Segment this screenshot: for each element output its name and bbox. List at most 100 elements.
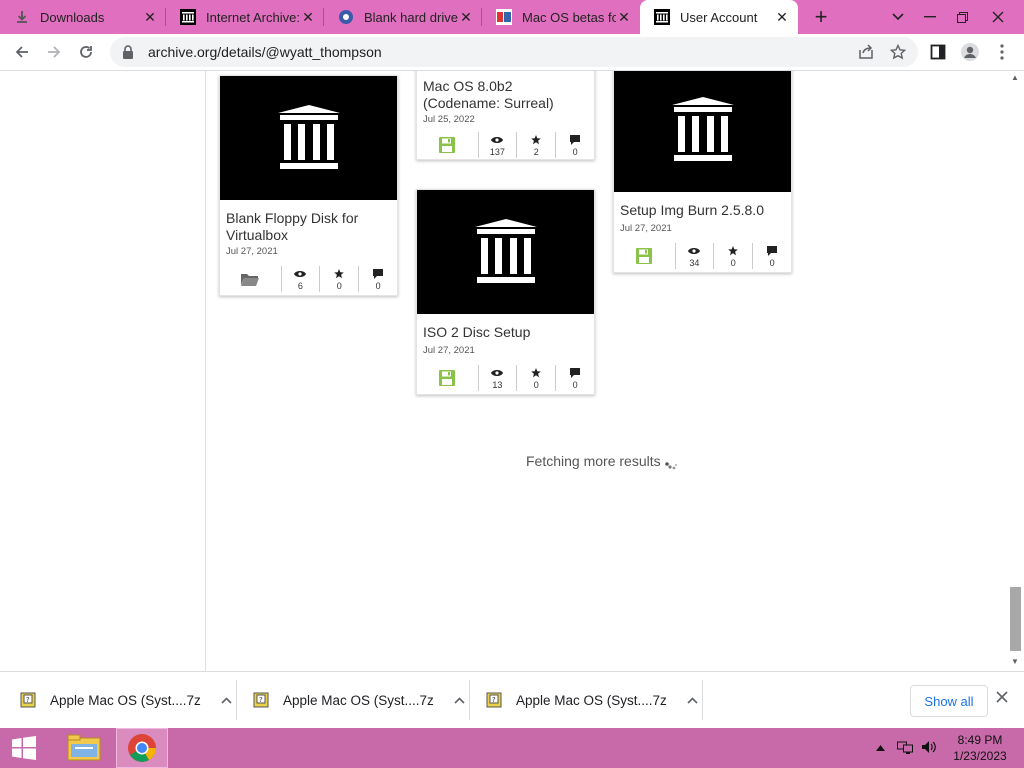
item-stats: 6 0 0 xyxy=(220,263,397,295)
tab-title: Mac OS betas for xyxy=(522,9,616,25)
item-card[interactable]: Mac OS 8.0b2 (Codename: Surreal) Jul 25,… xyxy=(416,71,595,160)
item-title[interactable]: Blank Floppy Disk for Virtualbox xyxy=(220,210,397,244)
network-icon[interactable] xyxy=(897,740,913,757)
scroll-down-arrow-icon[interactable]: ▼ xyxy=(1011,657,1019,666)
reviews-count: 0 xyxy=(375,280,381,291)
star-icon xyxy=(334,268,345,280)
close-tab-icon[interactable]: ✕ xyxy=(300,9,316,25)
site-icon xyxy=(338,9,354,25)
download-item[interactable]: ? Apple Mac OS (Syst....7z xyxy=(253,680,465,720)
download-filename: Apple Mac OS (Syst....7z xyxy=(50,692,201,708)
minimize-button[interactable] xyxy=(914,0,946,34)
download-filename: Apple Mac OS (Syst....7z xyxy=(283,692,434,708)
file-explorer-button[interactable] xyxy=(58,728,110,768)
show-hidden-icons-icon[interactable] xyxy=(876,742,885,754)
comment-icon xyxy=(570,367,581,379)
archive-icon xyxy=(180,9,196,25)
volume-icon[interactable] xyxy=(921,740,937,757)
views-count: 13 xyxy=(492,379,503,390)
taskbar-clock[interactable]: 8:49 PM 1/23/2023 xyxy=(946,732,1014,764)
close-download-shelf-icon[interactable] xyxy=(996,690,1008,708)
item-title[interactable]: ISO 2 Disc Setup xyxy=(417,324,594,341)
chevron-up-icon[interactable] xyxy=(454,693,465,707)
item-card[interactable]: ISO 2 Disc Setup Jul 27, 2021 13 0 0 xyxy=(416,189,595,395)
svg-text:?: ? xyxy=(492,696,496,704)
item-date: Jul 25, 2022 xyxy=(423,114,475,125)
system-tray xyxy=(876,728,937,768)
star-icon xyxy=(531,134,542,146)
close-window-button[interactable] xyxy=(982,0,1014,34)
tab-search-icon[interactable] xyxy=(882,0,914,34)
loading-spinner-icon xyxy=(665,462,678,470)
side-panel-icon[interactable] xyxy=(926,40,950,64)
star-icon xyxy=(728,245,739,257)
favorites-stat: 0 xyxy=(320,266,360,292)
tab-user-account[interactable]: User Account ✕ xyxy=(640,0,798,34)
clock-date: 1/23/2023 xyxy=(953,749,1007,763)
item-thumbnail[interactable] xyxy=(417,190,594,314)
item-date: Jul 27, 2021 xyxy=(620,223,672,234)
tab-title: User Account xyxy=(680,9,758,25)
tab-internet-archive[interactable]: Internet Archive: ✕ xyxy=(166,0,324,34)
lock-icon xyxy=(122,45,136,59)
reload-button[interactable] xyxy=(72,38,100,66)
address-bar[interactable]: archive.org/details/@wyatt_thompson xyxy=(110,37,918,67)
close-tab-icon[interactable]: ✕ xyxy=(616,9,632,25)
back-button[interactable] xyxy=(8,38,36,66)
url-text: archive.org/details/@wyatt_thompson xyxy=(148,44,382,60)
site-icon xyxy=(496,9,512,25)
download-item[interactable]: ? Apple Mac OS (Syst....7z xyxy=(20,680,232,720)
scroll-thumb[interactable] xyxy=(1010,587,1021,651)
restore-button[interactable] xyxy=(946,0,978,34)
views-stat: 137 xyxy=(479,132,518,158)
windows-taskbar: 8:49 PM 1/23/2023 xyxy=(0,728,1024,768)
reviews-stat: 0 xyxy=(753,243,791,269)
close-tab-icon[interactable]: ✕ xyxy=(774,9,790,25)
forward-button[interactable] xyxy=(40,38,68,66)
new-tab-button[interactable]: + xyxy=(806,0,836,34)
page-scrollbar[interactable]: ▲ ▼ xyxy=(1007,71,1024,671)
item-thumbnail[interactable] xyxy=(614,71,791,192)
views-stat: 13 xyxy=(479,365,518,391)
tab-title: Blank hard drive ( xyxy=(364,9,458,25)
start-button[interactable] xyxy=(0,728,48,768)
archive-icon xyxy=(654,9,670,25)
archive-logo-icon xyxy=(277,105,340,169)
scroll-up-arrow-icon[interactable]: ▲ xyxy=(1011,73,1019,82)
item-date: Jul 27, 2021 xyxy=(226,246,278,257)
tab-title: Internet Archive: xyxy=(206,9,300,25)
views-count: 34 xyxy=(689,257,700,268)
reviews-stat: 0 xyxy=(556,132,594,158)
close-tab-icon[interactable]: ✕ xyxy=(458,9,474,25)
favorites-count: 0 xyxy=(336,280,342,291)
chevron-up-icon[interactable] xyxy=(687,693,698,707)
reviews-count: 0 xyxy=(769,257,775,268)
menu-dots-icon[interactable] xyxy=(990,40,1014,64)
favorites-count: 2 xyxy=(533,146,539,157)
comment-icon xyxy=(373,268,384,280)
item-card[interactable]: Setup Img Burn 2.5.8.0 Jul 27, 2021 34 0… xyxy=(613,71,792,273)
tab-downloads[interactable]: Downloads ✕ xyxy=(0,0,166,34)
star-icon xyxy=(531,367,542,379)
item-thumbnail[interactable] xyxy=(220,76,397,200)
tab-strip: Downloads ✕ Internet Archive: ✕ Blank ha… xyxy=(0,0,1024,34)
chevron-up-icon[interactable] xyxy=(221,693,232,707)
item-card[interactable]: Blank Floppy Disk for Virtualbox Jul 27,… xyxy=(219,75,398,296)
chrome-taskbar-button[interactable] xyxy=(116,728,168,768)
comment-icon xyxy=(767,245,778,257)
download-shelf: ? Apple Mac OS (Syst....7z ? Apple Mac O… xyxy=(0,671,1024,728)
tab-blank-hard-drive[interactable]: Blank hard drive ( ✕ xyxy=(324,0,482,34)
item-title[interactable]: Mac OS 8.0b2 (Codename: Surreal) xyxy=(417,78,594,112)
archive-file-icon: ? xyxy=(253,692,269,708)
show-all-button[interactable]: Show all xyxy=(910,685,988,717)
close-tab-icon[interactable]: ✕ xyxy=(142,9,158,25)
reviews-stat: 0 xyxy=(556,365,594,391)
download-item[interactable]: ? Apple Mac OS (Syst....7z xyxy=(486,680,698,720)
reviews-stat: 0 xyxy=(359,266,397,292)
bookmark-star-icon[interactable] xyxy=(886,40,910,64)
profile-icon[interactable] xyxy=(958,40,982,64)
item-title[interactable]: Setup Img Burn 2.5.8.0 xyxy=(614,202,791,219)
item-stats: 137 2 0 xyxy=(417,129,594,161)
share-icon[interactable] xyxy=(854,40,878,64)
tab-mac-os-betas[interactable]: Mac OS betas for ✕ xyxy=(482,0,640,34)
